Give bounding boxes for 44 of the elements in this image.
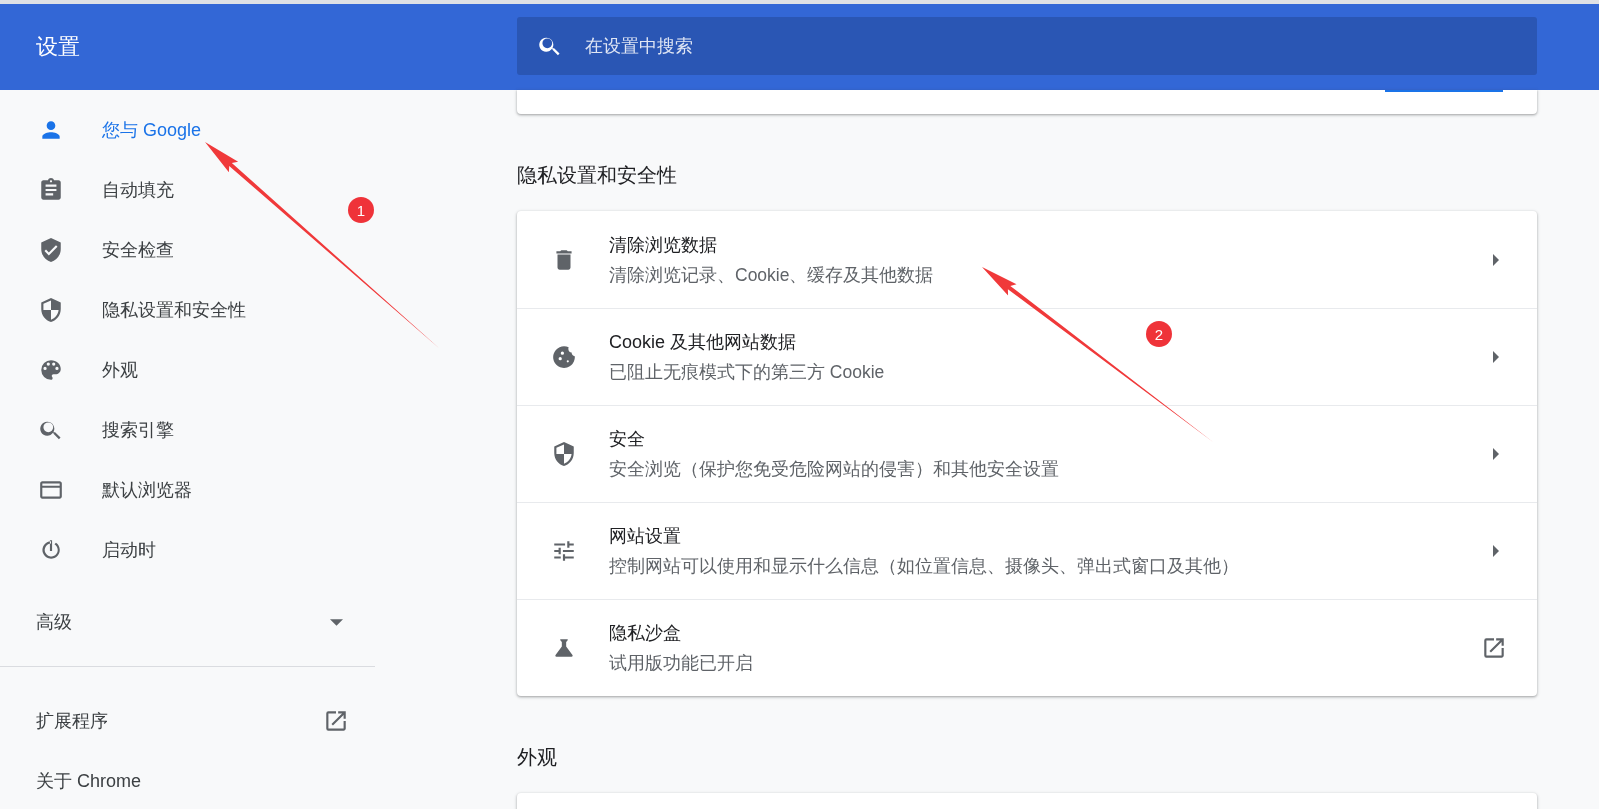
cookie-icon — [551, 344, 577, 370]
sidebar-item[interactable]: 您与 Google — [0, 100, 218, 160]
row-title: 安全 — [609, 428, 645, 451]
row-subtitle: 试用版功能已开启 — [609, 652, 753, 675]
shield-icon — [551, 441, 577, 467]
caret-icon — [1493, 448, 1499, 460]
settings-row[interactable]: 安全 安全浏览（保护您免受危险网站的侵害）和其他安全设置 — [517, 405, 1537, 502]
shield-icon — [38, 297, 64, 323]
caret-icon — [1493, 253, 1499, 266]
settings-row[interactable]: 隐私沙盒 试用版功能已开启 — [517, 599, 1537, 696]
section-title: 隐私设置和安全性 — [517, 163, 678, 188]
sidebar-item[interactable]: 搜索引擎 — [0, 400, 190, 460]
sidebar-link[interactable]: 关于 Chrome — [0, 751, 375, 809]
row-title: 隐私沙盒 — [609, 622, 681, 645]
row-subtitle: 已阻止无痕模式下的第三方 Cookie — [609, 361, 885, 384]
sliders-icon — [551, 538, 577, 564]
external-link-icon — [323, 708, 349, 734]
advanced-toggle[interactable]: 高级 — [0, 594, 375, 650]
sidebar-item[interactable]: 安全检查 — [0, 220, 190, 280]
sidebar-item[interactable]: 外观 — [0, 340, 154, 400]
row-subtitle: 安全浏览（保护您免受危险网站的侵害）和其他安全设置 — [609, 458, 1059, 481]
row-subtitle: 控制网站可以使用和显示什么信息（如位置信息、摄像头、弹出式窗口及其他） — [609, 555, 1239, 578]
clipboard-icon — [38, 177, 64, 203]
external-link-icon — [1481, 635, 1507, 661]
sidebar-link[interactable]: 扩展程序 — [0, 691, 375, 751]
shield-check-icon — [38, 237, 64, 263]
row-title: Cookie 及其他网站数据 — [609, 331, 797, 354]
row-title: 网站设置 — [609, 525, 681, 548]
palette-icon — [38, 357, 64, 383]
settings-row[interactable]: 网站设置 控制网站可以使用和显示什么信息（如位置信息、摄像头、弹出式窗口及其他） — [517, 502, 1537, 599]
sidebar-item[interactable]: 隐私设置和安全性 — [0, 280, 262, 340]
sidebar-item[interactable]: 启动时 — [0, 520, 172, 580]
caret-icon — [1493, 545, 1499, 557]
row-subtitle: 清除浏览记录、Cookie、缓存及其他数据 — [609, 263, 934, 287]
caret-icon — [1493, 351, 1499, 363]
row-title: 清除浏览数据 — [609, 233, 717, 257]
sidebar-item[interactable]: 自动填充 — [0, 160, 190, 220]
section-title: 外观 — [517, 745, 558, 770]
page-title: 设置 — [35, 33, 81, 61]
search-field[interactable]: 在设置中搜索 — [517, 17, 1537, 75]
caret-icon — [330, 618, 343, 626]
sidebar-item[interactable]: 默认浏览器 — [0, 460, 208, 520]
settings-row[interactable]: 清除浏览数据 清除浏览记录、Cookie、缓存及其他数据 — [517, 211, 1537, 308]
step-number: 1 — [348, 197, 374, 223]
